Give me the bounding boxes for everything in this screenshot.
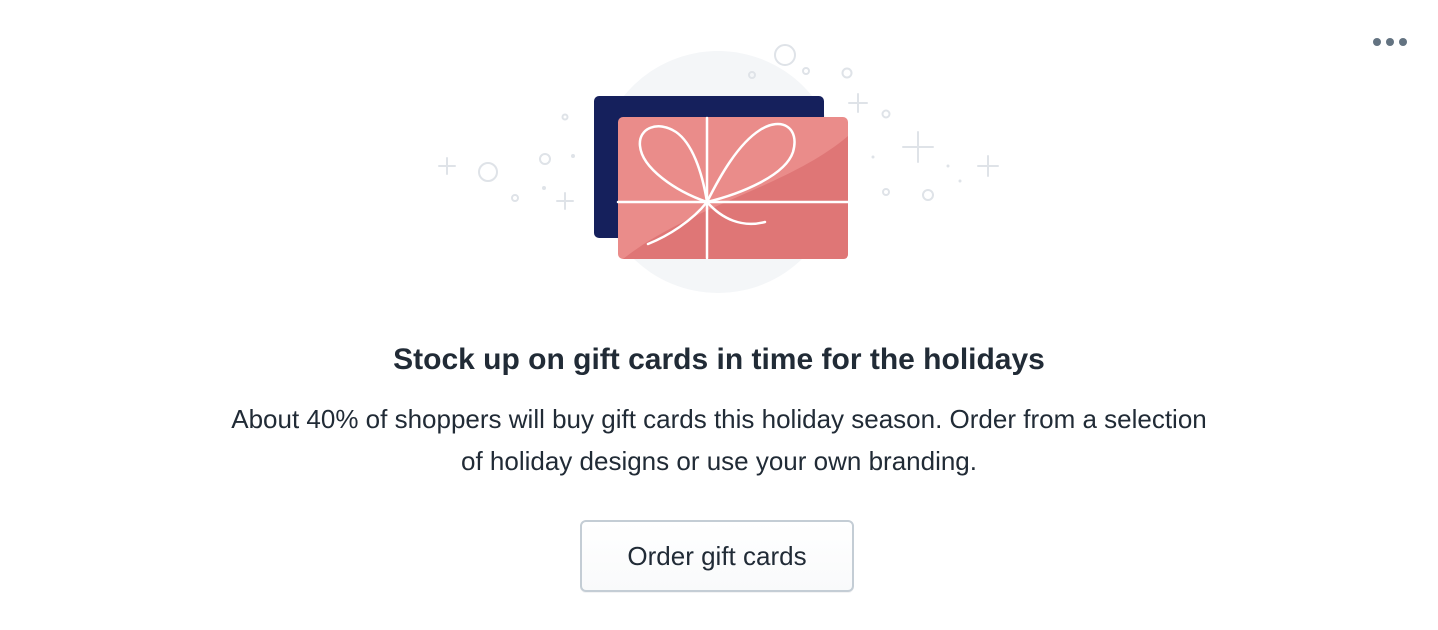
promo-heading: Stock up on gift cards in time for the h…	[393, 343, 1045, 376]
more-actions-button[interactable]	[1364, 26, 1416, 58]
gift-card-promo-card: Stock up on gift cards in time for the h…	[0, 0, 1438, 630]
promo-description: About 40% of shoppers will buy gift card…	[231, 404, 1207, 476]
gift-card-illustration	[430, 36, 1010, 298]
horizontal-dots-icon	[1373, 38, 1407, 46]
pink-gift-card	[616, 116, 850, 260]
order-gift-cards-button[interactable]: Order gift cards	[580, 520, 854, 592]
